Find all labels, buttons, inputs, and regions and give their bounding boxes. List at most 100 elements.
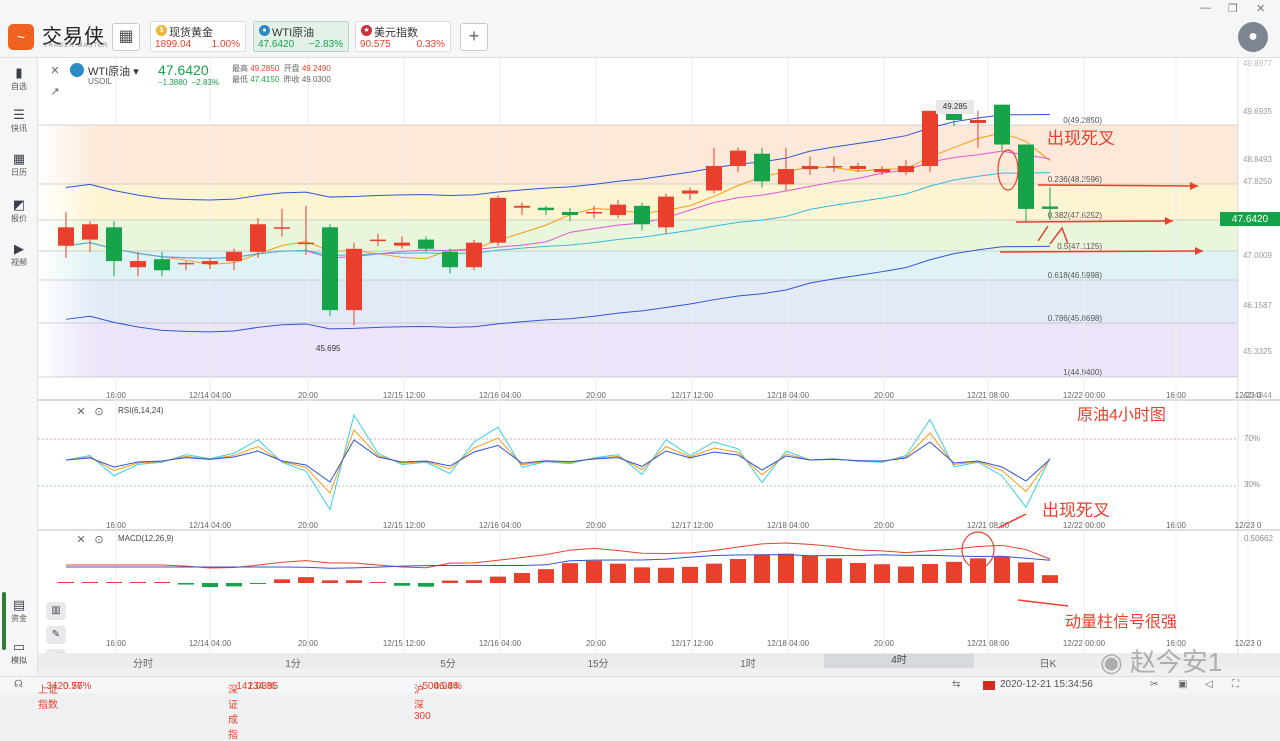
candle-body bbox=[418, 239, 434, 249]
tf-option[interactable]: 5分 bbox=[373, 655, 523, 670]
time-label: 12/22 00:00 bbox=[1063, 521, 1106, 530]
tab-gold-name: 现货黄金 bbox=[169, 27, 213, 39]
chart-tool-volume-icon[interactable]: ▥ bbox=[46, 602, 66, 620]
candle-body bbox=[802, 165, 818, 170]
time-label: 12/23 0 bbox=[1235, 521, 1262, 530]
tf-option[interactable]: 1时 bbox=[673, 655, 823, 670]
sidebar-item-quotes[interactable]: ◩ 报价 bbox=[0, 198, 38, 224]
volume-icon[interactable]: ◁ bbox=[1205, 679, 1213, 690]
price-axis-label: 47.8250 bbox=[1243, 177, 1272, 186]
tab-wti[interactable]: ● WTI原油 47.6420 −2.83% bbox=[253, 21, 349, 52]
macd-group bbox=[58, 542, 1058, 588]
status-bar: ☊ 上证指数 3420.57 0.76% 深证成指 14134.85 2.03%… bbox=[0, 676, 1280, 741]
sidebar-item-label: 视频 bbox=[11, 258, 27, 267]
fullscreen-icon[interactable]: ⛶ bbox=[1232, 679, 1239, 690]
camera-icon[interactable]: ▣ bbox=[1178, 679, 1187, 690]
macd-histogram-bar bbox=[106, 582, 122, 583]
sidebar-item-video[interactable]: ▶ 视频 bbox=[0, 242, 38, 268]
open-value: 49.2490 bbox=[301, 64, 331, 73]
sidebar-item-watchlist[interactable]: ▮ 自选 bbox=[0, 66, 38, 92]
quote-icon: ◩ bbox=[12, 197, 26, 212]
macd-dea-line bbox=[66, 554, 1051, 569]
close-icon[interactable]: ✕ bbox=[1256, 2, 1265, 15]
macd-histogram-bar bbox=[922, 564, 938, 583]
video-icon: ▶ bbox=[14, 241, 24, 256]
macd-histogram-bar bbox=[298, 577, 314, 583]
macd-settings-icon[interactable]: ⊙ bbox=[92, 534, 106, 548]
macd-histogram-bar bbox=[1042, 575, 1058, 583]
fib-label: 0.618(46.5998) bbox=[1048, 271, 1103, 280]
tf-option[interactable]: 分时 bbox=[68, 655, 218, 670]
low-price-marker: 45.695 bbox=[316, 344, 341, 353]
macd-histogram-bar bbox=[322, 580, 338, 583]
candle-body bbox=[922, 110, 938, 166]
add-tab-button[interactable]: + bbox=[460, 23, 488, 51]
candle-body bbox=[586, 211, 602, 214]
price-axis-labels: 49.6935 48.8493 47.8250 47.0009 46.1587 45.33… bbox=[1243, 59, 1272, 400]
brand-subtitle: TRADER MASTER bbox=[44, 43, 109, 49]
chart-area: 0(49.2850) 0.236(48.2596) 0.382(47.6252) 0.… bbox=[38, 58, 1280, 654]
index-sh-change: 0.76% bbox=[63, 681, 92, 692]
sidebar-item-news[interactable]: ☰ 快讯 bbox=[0, 108, 38, 134]
tf-option-selected[interactable]: 4时 bbox=[824, 654, 974, 668]
time-label: 12/22 00:00 bbox=[1063, 391, 1106, 400]
tool-icon[interactable]: ✂ bbox=[1150, 679, 1158, 690]
time-label: 12/18 04:00 bbox=[767, 521, 810, 530]
candle-body bbox=[682, 190, 698, 194]
tab-usd[interactable]: ★ 美元指数 90.575 0.33% bbox=[355, 21, 451, 52]
tab-usd-change: 0.33% bbox=[416, 39, 445, 50]
headset-icon[interactable]: ☊ bbox=[14, 679, 23, 690]
candle-body bbox=[370, 239, 386, 242]
candle-body bbox=[202, 261, 218, 265]
candle-body bbox=[730, 150, 746, 166]
tab-gold[interactable]: $ 现货黄金 1899.04 1.00% bbox=[150, 21, 246, 52]
macd-histogram-bar bbox=[370, 582, 386, 583]
time-label: 12/14 04:00 bbox=[189, 521, 232, 530]
stats-block: 最高 49.2850 开盘 49.2490 最低 47.4150 昨收 49.0… bbox=[232, 63, 331, 85]
candle-body bbox=[874, 169, 890, 173]
us-flag-icon: ★ bbox=[361, 25, 372, 36]
annotation-arrow bbox=[1037, 184, 1199, 187]
time-label: 12/17 12:00 bbox=[671, 521, 714, 530]
close-chart-icon[interactable]: ✕ bbox=[48, 65, 62, 79]
sidebar-item-label: 日历 bbox=[11, 168, 27, 177]
price-axis-label: 46.1587 bbox=[1243, 301, 1272, 310]
high-price-marker: 49.285 bbox=[936, 100, 974, 114]
candle-body bbox=[106, 227, 122, 262]
price-axis-label: 44.4844 bbox=[1243, 391, 1272, 400]
candle-body bbox=[538, 207, 554, 211]
user-avatar-icon[interactable]: ● bbox=[1238, 22, 1268, 52]
sidebar-item-calendar[interactable]: ▦ 日历 bbox=[0, 152, 38, 178]
bookmark-icon: ▮ bbox=[15, 65, 23, 80]
macd-histogram-bar bbox=[610, 563, 626, 583]
restore-icon[interactable]: ❐ bbox=[1228, 2, 1238, 15]
grid-layout-button[interactable]: ▦ bbox=[112, 23, 140, 51]
price-axis-label: 49.8977 bbox=[1243, 59, 1272, 68]
tf-option[interactable]: 1分 bbox=[218, 655, 368, 670]
candle-body bbox=[466, 242, 482, 268]
fib-label: 1(44.9400) bbox=[1063, 368, 1102, 377]
candle-body bbox=[154, 259, 170, 271]
chart-tool-pen-icon[interactable]: ✎ bbox=[46, 626, 66, 644]
time-label: 20:00 bbox=[586, 391, 607, 400]
draw-tool-icon[interactable]: ↗ bbox=[48, 86, 62, 100]
minimize-icon[interactable]: — bbox=[1200, 2, 1211, 14]
time-label: 12/21 08:00 bbox=[967, 639, 1010, 648]
close-rsi-icon[interactable]: ✕ bbox=[74, 406, 88, 420]
price-axis-label: 45.3325 bbox=[1243, 347, 1272, 356]
macd-histogram-bar bbox=[634, 567, 650, 583]
close-macd-icon[interactable]: ✕ bbox=[74, 534, 88, 548]
tf-option[interactable]: 15分 bbox=[523, 655, 673, 670]
rsi-70-label: 70% bbox=[1244, 434, 1261, 443]
watermark-text: 赵今安1 bbox=[1129, 647, 1223, 677]
candle-body bbox=[610, 204, 626, 216]
connection-icon[interactable]: ⇆ bbox=[952, 679, 960, 690]
tab-gold-price: 1899.04 bbox=[155, 39, 192, 50]
candle-body bbox=[826, 165, 842, 168]
time-label: 12/15 12:00 bbox=[383, 521, 426, 530]
macd-histogram-bar bbox=[850, 563, 866, 583]
candle-body bbox=[322, 227, 338, 311]
fib-label: 0.382(47.6252) bbox=[1048, 211, 1103, 220]
rsi-settings-icon[interactable]: ⊙ bbox=[92, 406, 106, 420]
candle-body bbox=[1042, 206, 1058, 209]
